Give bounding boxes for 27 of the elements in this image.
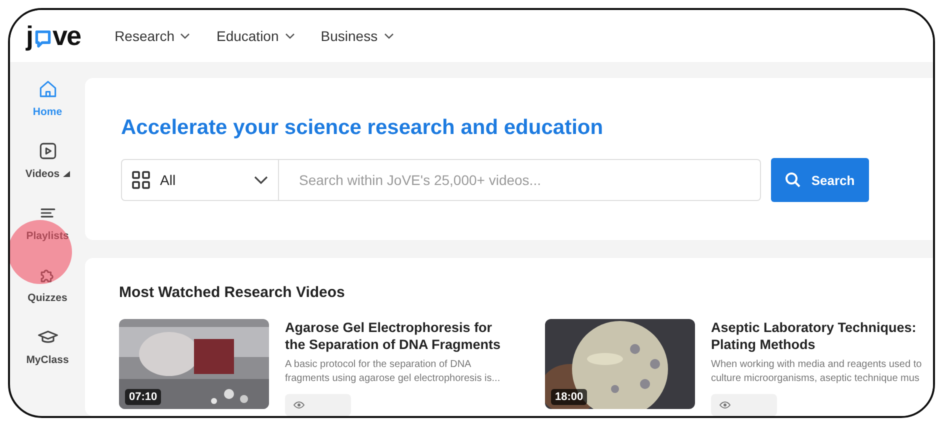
eye-icon: [719, 401, 731, 409]
section-heading: Most Watched Research Videos: [119, 284, 346, 301]
eye-icon: [293, 401, 305, 409]
video-description: A basic protocol for the separation of DNA fragments using agarose gel electrophoresis is...: [285, 358, 502, 386]
chevron-down-icon: [180, 33, 190, 39]
logo[interactable]: j ve: [26, 20, 81, 52]
chevron-down-icon: [254, 176, 268, 184]
nav-menu[interactable]: Business: [320, 28, 394, 44]
duration-badge: 18:00: [551, 388, 588, 405]
search-button[interactable]: Search: [771, 158, 869, 202]
search-field[interactable]: Search within JoVE's 25,000+ videos...: [279, 159, 761, 201]
nav-menu[interactable]: Research: [114, 28, 190, 44]
grid-icon: [132, 171, 150, 189]
sidebar-item[interactable]: Videos: [16, 138, 80, 182]
sidebar-item[interactable]: MyClass: [16, 324, 80, 368]
nav-menu[interactable]: Education: [216, 28, 295, 44]
hero-title: Accelerate your science research and education: [121, 116, 604, 140]
chevron-down-icon: [384, 33, 394, 39]
category-dropdown[interactable]: All: [121, 159, 279, 201]
video-title[interactable]: Agarose Gel Electrophoresis for the Separation of DNA Fragments: [285, 318, 511, 354]
video-title[interactable]: Aseptic Laboratory Techniques: Plating Methods: [711, 318, 933, 354]
caret-icon: [62, 171, 70, 177]
duration-badge: 07:10: [125, 388, 162, 405]
chevron-down-icon: [284, 33, 295, 39]
video-description: When working with media and reagents used to culture microorganisms, aseptic technique mus: [711, 358, 923, 386]
sidebar-item[interactable]: Quizzes: [16, 262, 80, 306]
search-icon: [785, 172, 802, 188]
